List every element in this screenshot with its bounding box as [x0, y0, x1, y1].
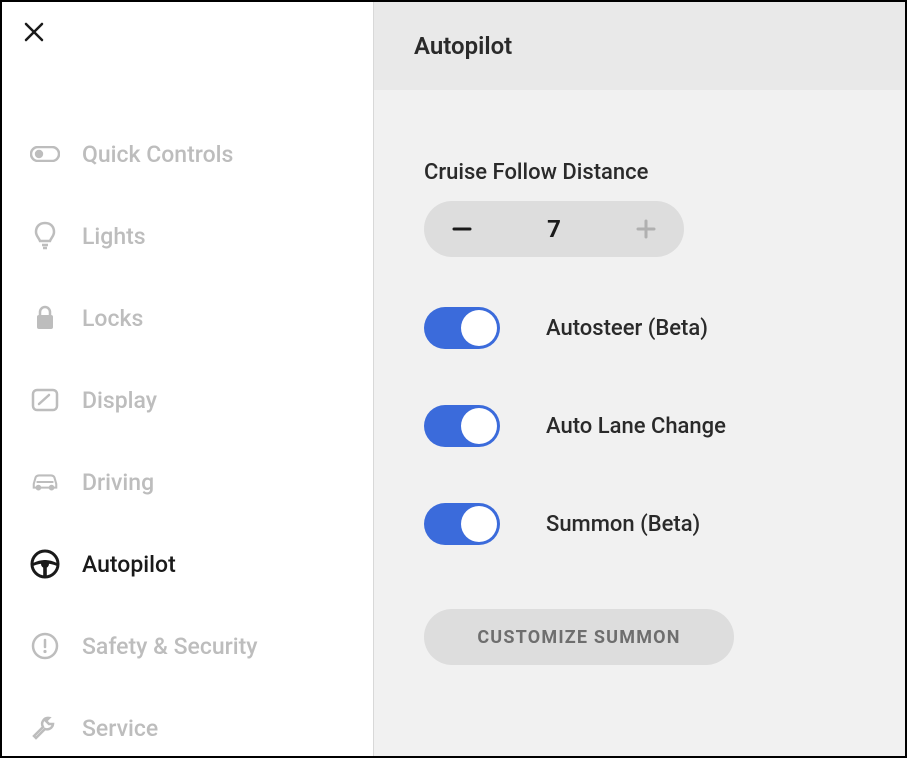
- cruise-follow-distance-label: Cruise Follow Distance: [424, 160, 865, 185]
- sidebar-item-label: Quick Controls: [82, 141, 233, 168]
- sidebar-item-label: Autopilot: [82, 551, 176, 578]
- page-title: Autopilot: [414, 32, 865, 60]
- toggle-knob: [461, 408, 497, 444]
- sidebar-item-label: Display: [82, 387, 157, 414]
- close-icon[interactable]: [22, 29, 46, 48]
- sidebar-item-display[interactable]: Display: [2, 359, 373, 441]
- sidebar-item-lights[interactable]: Lights: [2, 195, 373, 277]
- close-area: [2, 20, 373, 113]
- toggle-knob: [461, 310, 497, 346]
- sidebar-item-label: Safety & Security: [82, 633, 258, 660]
- toggle-knob: [461, 506, 497, 542]
- wrench-icon: [30, 713, 60, 743]
- customize-summon-button[interactable]: CUSTOMIZE SUMMON: [424, 609, 734, 665]
- autosteer-label: Autosteer (Beta): [546, 316, 708, 341]
- sidebar-item-label: Service: [82, 715, 158, 742]
- main-panel: Autopilot Cruise Follow Distance 7: [374, 2, 905, 756]
- sidebar-item-service[interactable]: Service: [2, 687, 373, 758]
- main-body: Cruise Follow Distance 7 Autosteer (Beta…: [374, 90, 905, 705]
- display-icon: [30, 385, 60, 415]
- summon-label: Summon (Beta): [546, 512, 700, 537]
- cruise-follow-distance-stepper: 7: [424, 201, 684, 257]
- autosteer-toggle[interactable]: [424, 307, 500, 349]
- sidebar-item-label: Driving: [82, 469, 154, 496]
- sidebar-item-locks[interactable]: Locks: [2, 277, 373, 359]
- auto-lane-change-toggle[interactable]: [424, 405, 500, 447]
- lock-icon: [30, 303, 60, 333]
- main-header: Autopilot: [374, 2, 905, 90]
- cruise-follow-distance-block: Cruise Follow Distance 7: [424, 160, 865, 257]
- steering-wheel-icon: [30, 549, 60, 579]
- sidebar-item-autopilot[interactable]: Autopilot: [2, 523, 373, 605]
- summon-toggle[interactable]: [424, 503, 500, 545]
- stepper-increase-button[interactable]: [632, 215, 660, 243]
- auto-lane-change-label: Auto Lane Change: [546, 414, 726, 439]
- summon-row: Summon (Beta): [424, 503, 865, 545]
- quick-controls-icon: [30, 139, 60, 169]
- stepper-decrease-button[interactable]: [448, 215, 476, 243]
- sidebar-item-safety-security[interactable]: Safety & Security: [2, 605, 373, 687]
- sidebar-item-quick-controls[interactable]: Quick Controls: [2, 113, 373, 195]
- stepper-value: 7: [547, 215, 561, 243]
- sidebar-item-label: Locks: [82, 305, 143, 332]
- sidebar-item-driving[interactable]: Driving: [2, 441, 373, 523]
- car-icon: [30, 467, 60, 497]
- lightbulb-icon: [30, 221, 60, 251]
- autosteer-row: Autosteer (Beta): [424, 307, 865, 349]
- sidebar-nav: Quick Controls Lights Locks Display: [2, 113, 373, 758]
- customize-summon-label: CUSTOMIZE SUMMON: [477, 627, 680, 648]
- auto-lane-change-row: Auto Lane Change: [424, 405, 865, 447]
- alert-circle-icon: [30, 631, 60, 661]
- settings-window: Quick Controls Lights Locks Display: [0, 0, 907, 758]
- sidebar-item-label: Lights: [82, 223, 146, 250]
- sidebar: Quick Controls Lights Locks Display: [2, 2, 374, 756]
